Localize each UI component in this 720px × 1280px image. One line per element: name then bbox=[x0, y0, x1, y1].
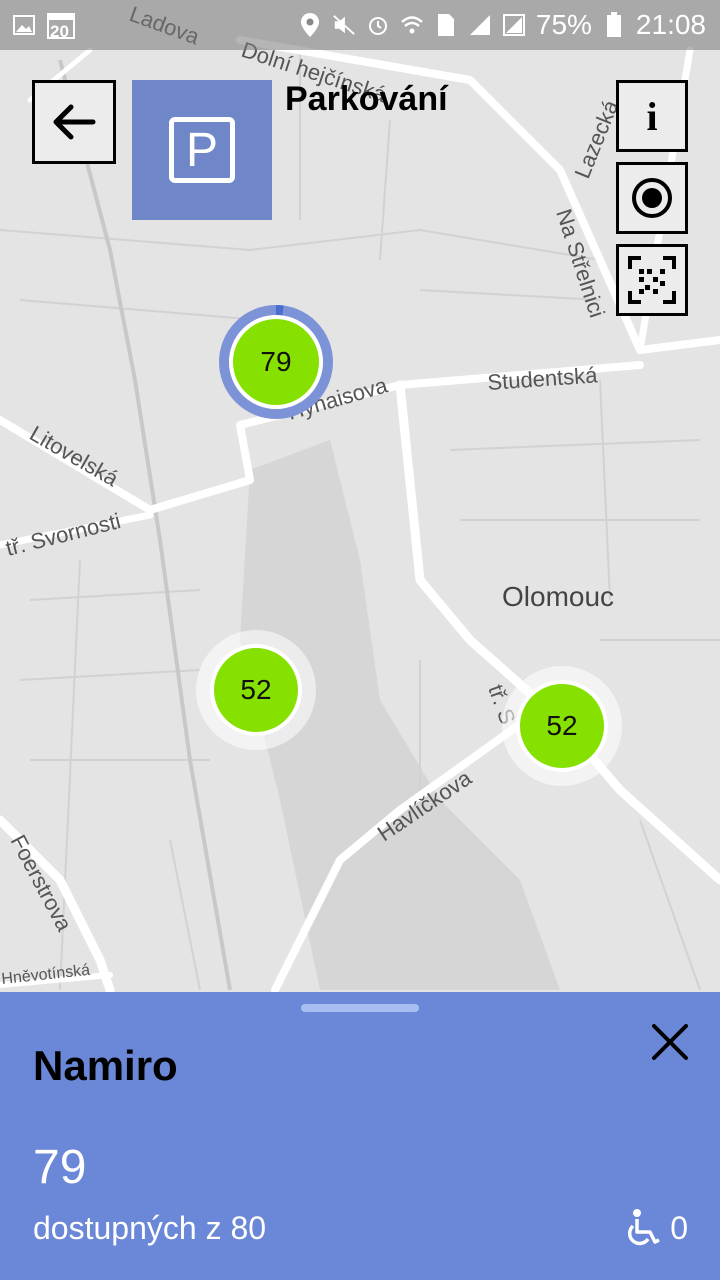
info-button[interactable]: i bbox=[616, 80, 688, 152]
close-button[interactable] bbox=[648, 1020, 692, 1064]
calendar-icon: 20 bbox=[46, 13, 76, 41]
battery-percent: 75% bbox=[535, 9, 592, 40]
qr-scan-button[interactable] bbox=[616, 244, 688, 316]
parking-logo: P bbox=[132, 80, 272, 220]
wheelchair-count: 0 bbox=[670, 1209, 688, 1246]
battery-icon bbox=[602, 12, 626, 37]
arrow-left-icon bbox=[53, 104, 96, 140]
mute-icon bbox=[332, 13, 356, 37]
cluster-count: 79 bbox=[229, 315, 323, 409]
info-icon: i bbox=[646, 93, 658, 139]
cluster-count: 52 bbox=[210, 644, 302, 736]
parking-name: Namiro bbox=[33, 1042, 178, 1089]
signal-icon-2 bbox=[502, 13, 526, 37]
parking-icon: P bbox=[169, 117, 235, 183]
parking-letter: P bbox=[185, 123, 218, 177]
location-icon bbox=[298, 13, 322, 37]
wheelchair-spaces: 0 bbox=[626, 1208, 688, 1248]
qr-scan-icon bbox=[628, 256, 676, 304]
status-bar: 20 75% 21:08 bbox=[0, 0, 720, 50]
sheet-drag-handle[interactable] bbox=[301, 1004, 419, 1012]
parking-cluster[interactable]: 52 bbox=[196, 630, 316, 750]
wifi-icon bbox=[400, 13, 424, 37]
parking-cluster[interactable]: 52 bbox=[502, 666, 622, 786]
detail-sheet[interactable]: Namiro 79 dostupných z 80 0 bbox=[0, 992, 720, 1280]
signal-icon-1 bbox=[468, 13, 492, 37]
gallery-icon bbox=[12, 13, 36, 37]
close-icon bbox=[652, 1024, 688, 1060]
my-location-button[interactable] bbox=[616, 162, 688, 234]
available-count: 79 bbox=[33, 1141, 87, 1194]
svg-text:Olomouc: Olomouc bbox=[502, 581, 614, 612]
wheelchair-icon bbox=[628, 1209, 660, 1246]
target-icon bbox=[632, 178, 672, 218]
alarm-icon bbox=[366, 13, 390, 37]
cluster-count: 52 bbox=[516, 680, 608, 772]
page-title: Parkování bbox=[285, 80, 448, 118]
availability-text: dostupných z 80 bbox=[33, 1210, 267, 1246]
sim-icon bbox=[434, 13, 458, 37]
back-button[interactable] bbox=[32, 80, 116, 164]
parking-cluster-selected[interactable]: 79 bbox=[217, 303, 335, 421]
calendar-day: 20 bbox=[50, 22, 69, 41]
clock: 21:08 bbox=[635, 9, 706, 40]
